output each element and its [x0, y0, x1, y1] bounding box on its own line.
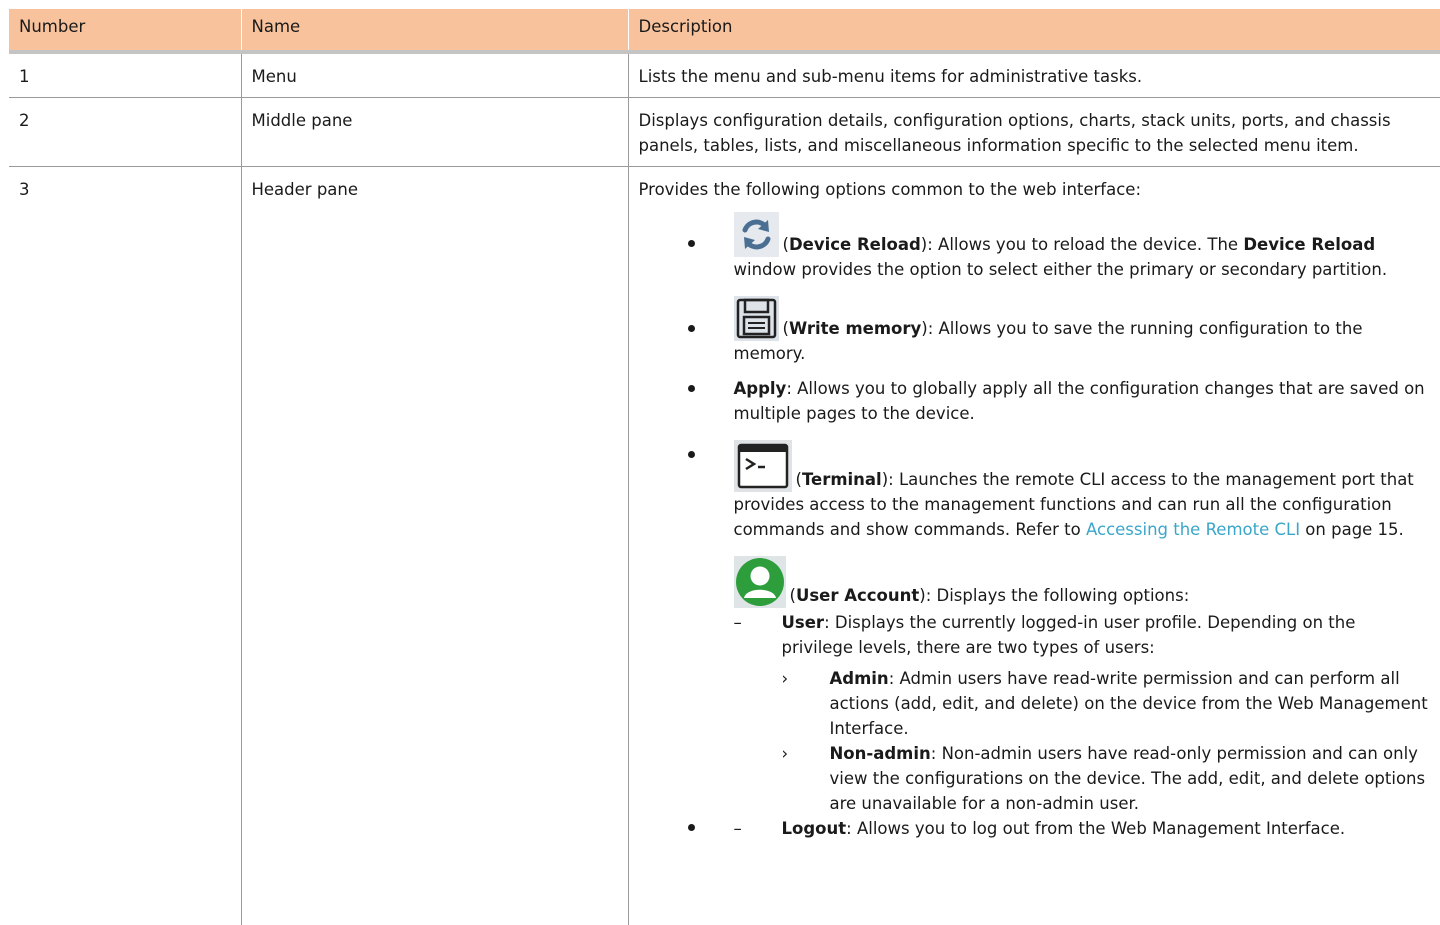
column-header-number: Number [9, 9, 241, 52]
terminal-icon [734, 440, 792, 492]
row-number: 1 [9, 52, 241, 98]
option-apply: Apply: Allows you to globally apply all … [639, 376, 1431, 426]
row-description: Displays configuration details, configur… [628, 98, 1440, 167]
option-non-admin: Non-admin: Non-admin users have read-onl… [782, 741, 1431, 816]
save-icon [734, 296, 779, 341]
user-types-list: Admin: Admin users have read-write permi… [782, 666, 1431, 816]
refresh-icon [734, 212, 779, 257]
table-row: 1 Menu Lists the menu and sub-menu items… [9, 52, 1440, 98]
option-write-memory: (Write memory): Allows you to save the r… [639, 296, 1431, 366]
row-description-cell: Provides the following options common to… [628, 167, 1440, 925]
table-header-row: Number Name Description [9, 9, 1440, 52]
row-description: Provides the following options common to… [639, 177, 1431, 202]
option-device-reload: (Device Reload): Allows you to reload th… [639, 212, 1431, 282]
column-header-name: Name [241, 9, 628, 52]
option-admin: Admin: Admin users have read-write permi… [782, 666, 1431, 741]
table-row: 3 Header pane Provides the following opt… [9, 167, 1440, 925]
row-name: Menu [241, 52, 628, 98]
column-header-description: Description [628, 9, 1440, 52]
option-terminal: (Terminal): Launches the remote CLI acce… [639, 440, 1431, 542]
row-name: Middle pane [241, 98, 628, 167]
header-options-list: (Device Reload): Allows you to reload th… [639, 212, 1431, 841]
option-user: User: Displays the currently logged-in u… [734, 610, 1431, 816]
row-name: Header pane [241, 167, 628, 925]
user-account-options: User: Displays the currently logged-in u… [734, 610, 1431, 841]
remote-cli-link[interactable]: Accessing the Remote CLI [1086, 520, 1300, 539]
row-number: 3 [9, 167, 241, 925]
table-row: 2 Middle pane Displays configuration det… [9, 98, 1440, 167]
row-description: Lists the menu and sub-menu items for ad… [628, 52, 1440, 98]
option-user-account: (User Account): Displays the following o… [639, 556, 1431, 841]
options-table: Number Name Description 1 Menu Lists the… [9, 9, 1440, 925]
option-logout: Logout: Allows you to log out from the W… [734, 816, 1431, 841]
row-number: 2 [9, 98, 241, 167]
user-account-icon [734, 556, 786, 608]
